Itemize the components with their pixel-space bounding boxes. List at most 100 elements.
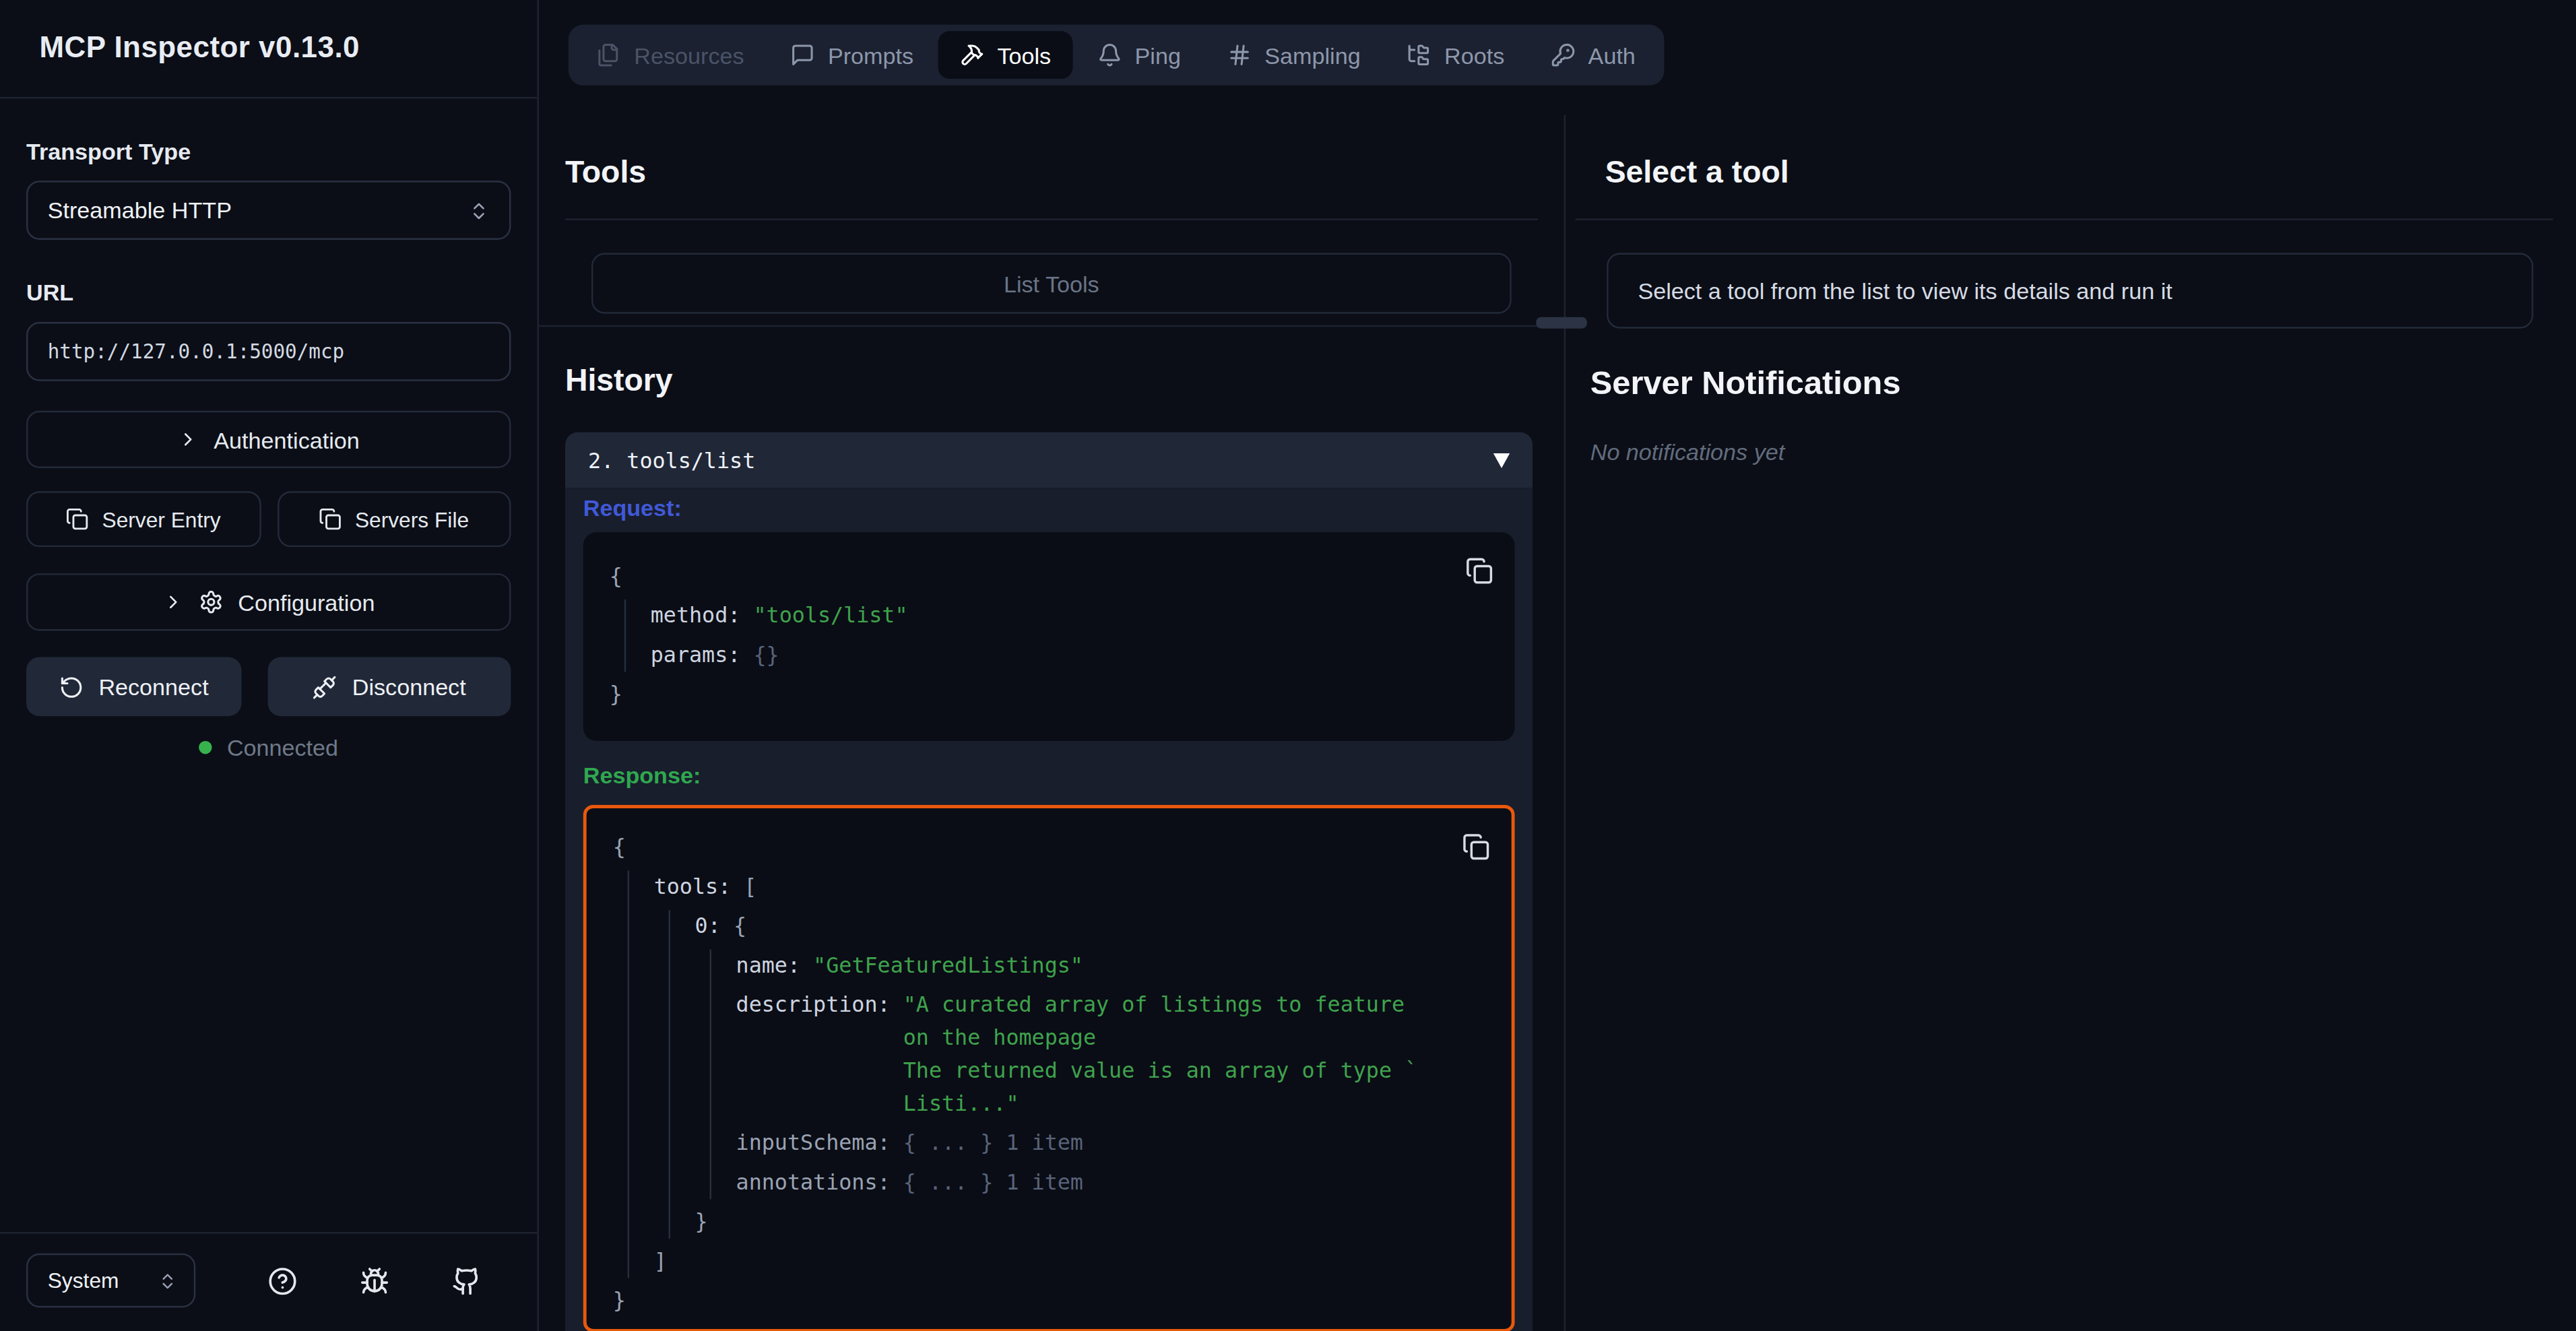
bell-icon (1097, 42, 1122, 67)
split-handle[interactable] (1536, 317, 1587, 329)
reconnect-label: Reconnect (98, 674, 208, 700)
authentication-button[interactable]: Authentication (26, 411, 511, 468)
rotate-ccw-icon (59, 674, 84, 699)
theme-value: System (48, 1268, 119, 1293)
disconnect-label: Disconnect (352, 674, 466, 700)
app-title: MCP Inspector v0.13.0 (0, 0, 537, 98)
right-pane: Select a tool Select a tool from the lis… (1564, 115, 2576, 1331)
mcp-inspector-app: MCP Inspector v0.13.0 Transport Type Str… (0, 0, 2576, 1331)
status-text: Connected (227, 734, 338, 760)
servers-file-button[interactable]: Servers File (277, 491, 511, 547)
message-square-icon (790, 42, 815, 67)
tool-hint: Select a tool from the list to view its … (1607, 253, 2533, 329)
sidebar-content: Transport Type Streamable HTTP URL http:… (0, 98, 537, 1232)
unplug-icon (313, 674, 337, 699)
status-dot (199, 741, 212, 754)
json-bracket: { (734, 913, 746, 938)
files-icon (596, 42, 621, 67)
tab-resources[interactable]: Resources (575, 31, 766, 79)
json-bracket: [ (744, 874, 756, 899)
json-value: { ... } 1 item (903, 1169, 1083, 1194)
hash-icon (1227, 42, 1252, 67)
split-divider[interactable] (539, 325, 1564, 327)
copy-icon[interactable] (1462, 833, 1490, 860)
json-key: params: (651, 643, 754, 668)
key-icon (1551, 42, 1576, 67)
sidebar: MCP Inspector v0.13.0 Transport Type Str… (0, 0, 539, 1331)
authentication-label: Authentication (214, 426, 359, 453)
tab-roots[interactable]: Roots (1385, 31, 1526, 79)
transport-type-label: Transport Type (26, 138, 511, 171)
json-line: { (613, 831, 1485, 864)
json-value: "GetFeaturedListings" (813, 952, 1083, 977)
tab-label: Tools (997, 42, 1051, 68)
list-tools-button[interactable]: List Tools (591, 253, 1512, 314)
help-icon[interactable] (268, 1266, 298, 1295)
chevrons-up-down-icon (468, 199, 490, 221)
tool-detail-panel: Select a tool Select a tool from the lis… (1566, 115, 2576, 329)
no-notifications-text: No notifications yet (1590, 439, 2537, 465)
github-icon[interactable] (452, 1266, 482, 1295)
left-pane: Tools List Tools History 2. tools/list ▼… (539, 115, 1564, 1331)
content-columns: Tools List Tools History 2. tools/list ▼… (539, 115, 2576, 1331)
url-value: http://127.0.0.1:5000/mcp (48, 340, 345, 363)
request-json-block: { method: "tools/list" params: {} } (583, 532, 1515, 741)
json-line: ] (654, 1245, 1485, 1278)
response-label: Response: (583, 762, 1515, 789)
tab-ping[interactable]: Ping (1076, 31, 1202, 79)
tab-label: Sampling (1264, 42, 1360, 68)
url-input[interactable]: http://127.0.0.1:5000/mcp (26, 322, 511, 381)
sidebar-footer: System (0, 1232, 537, 1331)
history-entry-label: 2. tools/list (588, 448, 755, 473)
tab-label: Prompts (828, 42, 913, 68)
server-entry-button[interactable]: Server Entry (26, 491, 261, 547)
json-value: "A curated array of listings to feature … (903, 989, 1418, 1120)
copy-icon[interactable] (1465, 557, 1493, 585)
tab-prompts[interactable]: Prompts (769, 31, 935, 79)
tab-tools[interactable]: Tools (938, 31, 1072, 79)
servers-file-label: Servers File (355, 507, 469, 531)
response-json-block: { tools: [ 0: { name: "GetFeaturedListin… (583, 805, 1515, 1331)
disconnect-button[interactable]: Disconnect (268, 657, 511, 717)
server-notifications-title: Server Notifications (1590, 364, 2537, 402)
tab-auth[interactable]: Auth (1529, 31, 1657, 79)
tools-panel-title: Tools (565, 154, 1538, 191)
history-entry: 2. tools/list ▼ Request: { method: "tool… (565, 432, 1533, 1331)
chevron-right-icon (178, 429, 199, 451)
history-section: History 2. tools/list ▼ Request: { (539, 327, 1564, 1331)
folder-tree-icon (1407, 42, 1431, 67)
chevron-right-icon (162, 591, 184, 613)
json-key: inputSchema: (736, 1130, 903, 1155)
tab-label: Resources (634, 42, 744, 68)
server-entry-label: Server Entry (102, 507, 221, 531)
history-title: History (565, 363, 1538, 399)
history-entry-header[interactable]: 2. tools/list ▼ (565, 432, 1533, 488)
json-line: } (613, 1285, 1485, 1318)
tools-panel: Tools List Tools (539, 115, 1564, 327)
json-key: name: (736, 952, 814, 977)
json-key: tools: (654, 874, 744, 899)
json-key: description: (736, 989, 903, 1120)
json-line: { (610, 560, 1489, 593)
json-line: } (695, 1206, 1485, 1239)
json-value: { ... } 1 item (903, 1130, 1083, 1155)
tab-label: Auth (1588, 42, 1636, 68)
theme-select[interactable]: System (26, 1254, 195, 1307)
divider (1576, 218, 2553, 220)
transport-type-select[interactable]: Streamable HTTP (26, 181, 511, 240)
history-entry-body: Request: { method: "tools/list" params: … (565, 488, 1533, 1331)
json-value: "tools/list" (753, 603, 907, 628)
divider (565, 218, 1538, 220)
transport-type-value: Streamable HTTP (48, 197, 232, 224)
json-key: annotations: (736, 1169, 903, 1194)
bug-icon[interactable] (360, 1266, 389, 1295)
select-tool-title: Select a tool (1605, 154, 2553, 191)
json-key: method: (651, 603, 754, 628)
url-label: URL (26, 280, 511, 313)
configuration-button[interactable]: Configuration (26, 573, 511, 630)
tab-sampling[interactable]: Sampling (1205, 31, 1382, 79)
json-key: 0: (695, 913, 734, 938)
configuration-label: Configuration (238, 589, 375, 615)
reconnect-button[interactable]: Reconnect (26, 657, 241, 717)
hammer-icon (959, 42, 984, 67)
